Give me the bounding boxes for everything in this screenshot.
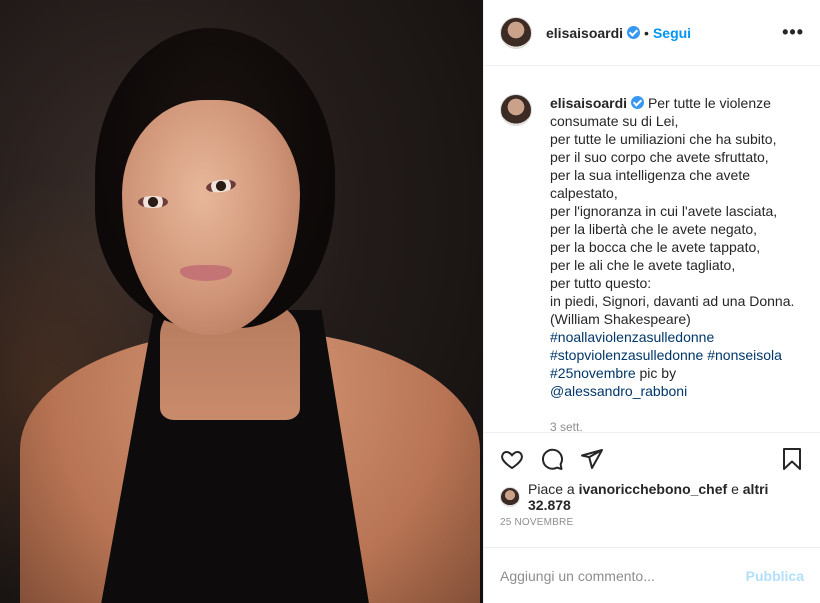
bookmark-icon[interactable] <box>780 447 804 471</box>
follow-button[interactable]: Segui <box>653 25 691 41</box>
header-username[interactable]: elisaisoardi <box>546 25 623 41</box>
caption-avatar[interactable] <box>500 94 532 126</box>
likes-summary: Piace a ivanoricchebono_chef e altri 32.… <box>484 481 820 513</box>
caption-row: elisaisoardi Per tutte le violenze consu… <box>500 94 804 432</box>
hashtag-link[interactable]: #noallaviolenzasulledonne <box>550 329 714 345</box>
post-date[interactable]: 25 NOVEMBRE <box>484 517 820 539</box>
heart-icon[interactable] <box>500 447 524 471</box>
comment-box: Pubblica <box>484 547 820 603</box>
instagram-post: elisaisoardi • Segui ••• elisaisoardi Pe… <box>0 0 820 603</box>
mention-link[interactable]: @alessandro_rabboni <box>550 383 687 399</box>
separator-dot: • <box>644 24 649 41</box>
post-side-panel: elisaisoardi • Segui ••• elisaisoardi Pe… <box>483 0 820 603</box>
avatar[interactable] <box>500 16 532 49</box>
comment-icon[interactable] <box>540 447 564 471</box>
hashtag-link[interactable]: #nonseisola <box>707 347 782 363</box>
verified-badge-icon <box>631 96 645 109</box>
hashtag-link[interactable]: #25novembre <box>550 365 636 381</box>
caption-body: elisaisoardi Per tutte le violenze consu… <box>550 94 804 432</box>
caption-text: Per tutte le violenze consumate su di Le… <box>550 95 795 327</box>
caption-area: elisaisoardi Per tutte le violenze consu… <box>484 66 820 433</box>
liker-avatar[interactable] <box>500 487 520 507</box>
caption-timestamp[interactable]: 3 sett. <box>550 418 804 432</box>
likes-text: Piace a ivanoricchebono_chef e altri 32.… <box>528 481 804 513</box>
likes-prefix: Piace a <box>528 481 579 497</box>
liker-username[interactable]: ivanoricchebono_chef <box>579 481 728 497</box>
more-options-icon[interactable]: ••• <box>782 22 804 43</box>
comment-input[interactable] <box>500 567 746 584</box>
hashtag-link[interactable]: #stopviolenzasulledonne <box>550 347 703 363</box>
photo-eye-left <box>138 196 168 208</box>
share-icon[interactable] <box>580 447 604 471</box>
caption-username[interactable]: elisaisoardi <box>550 95 627 111</box>
caption-pic-by: pic by <box>635 365 677 381</box>
publish-button[interactable]: Pubblica <box>746 568 804 584</box>
verified-badge-icon <box>627 26 641 39</box>
likes-middle: e <box>727 481 743 497</box>
action-bar <box>484 433 820 485</box>
post-photo[interactable] <box>0 0 483 603</box>
post-header: elisaisoardi • Segui ••• <box>484 0 820 66</box>
